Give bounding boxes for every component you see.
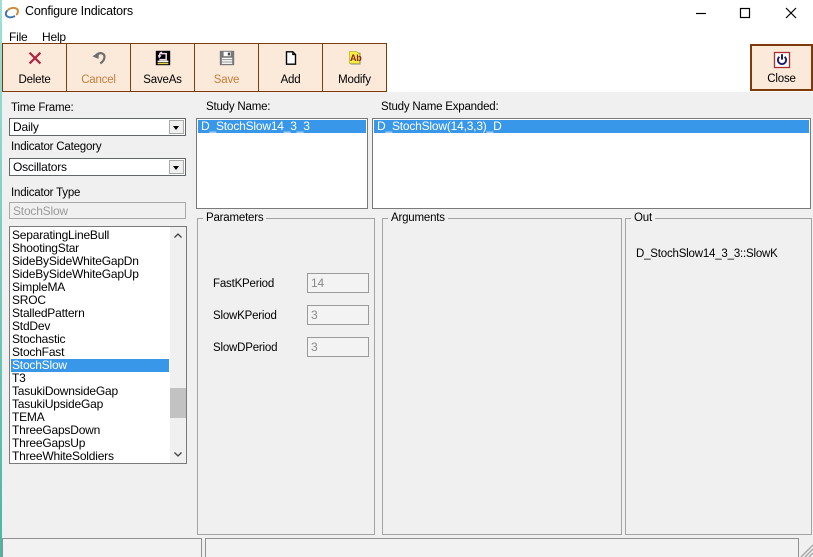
svg-text:Ab: Ab xyxy=(350,53,362,63)
